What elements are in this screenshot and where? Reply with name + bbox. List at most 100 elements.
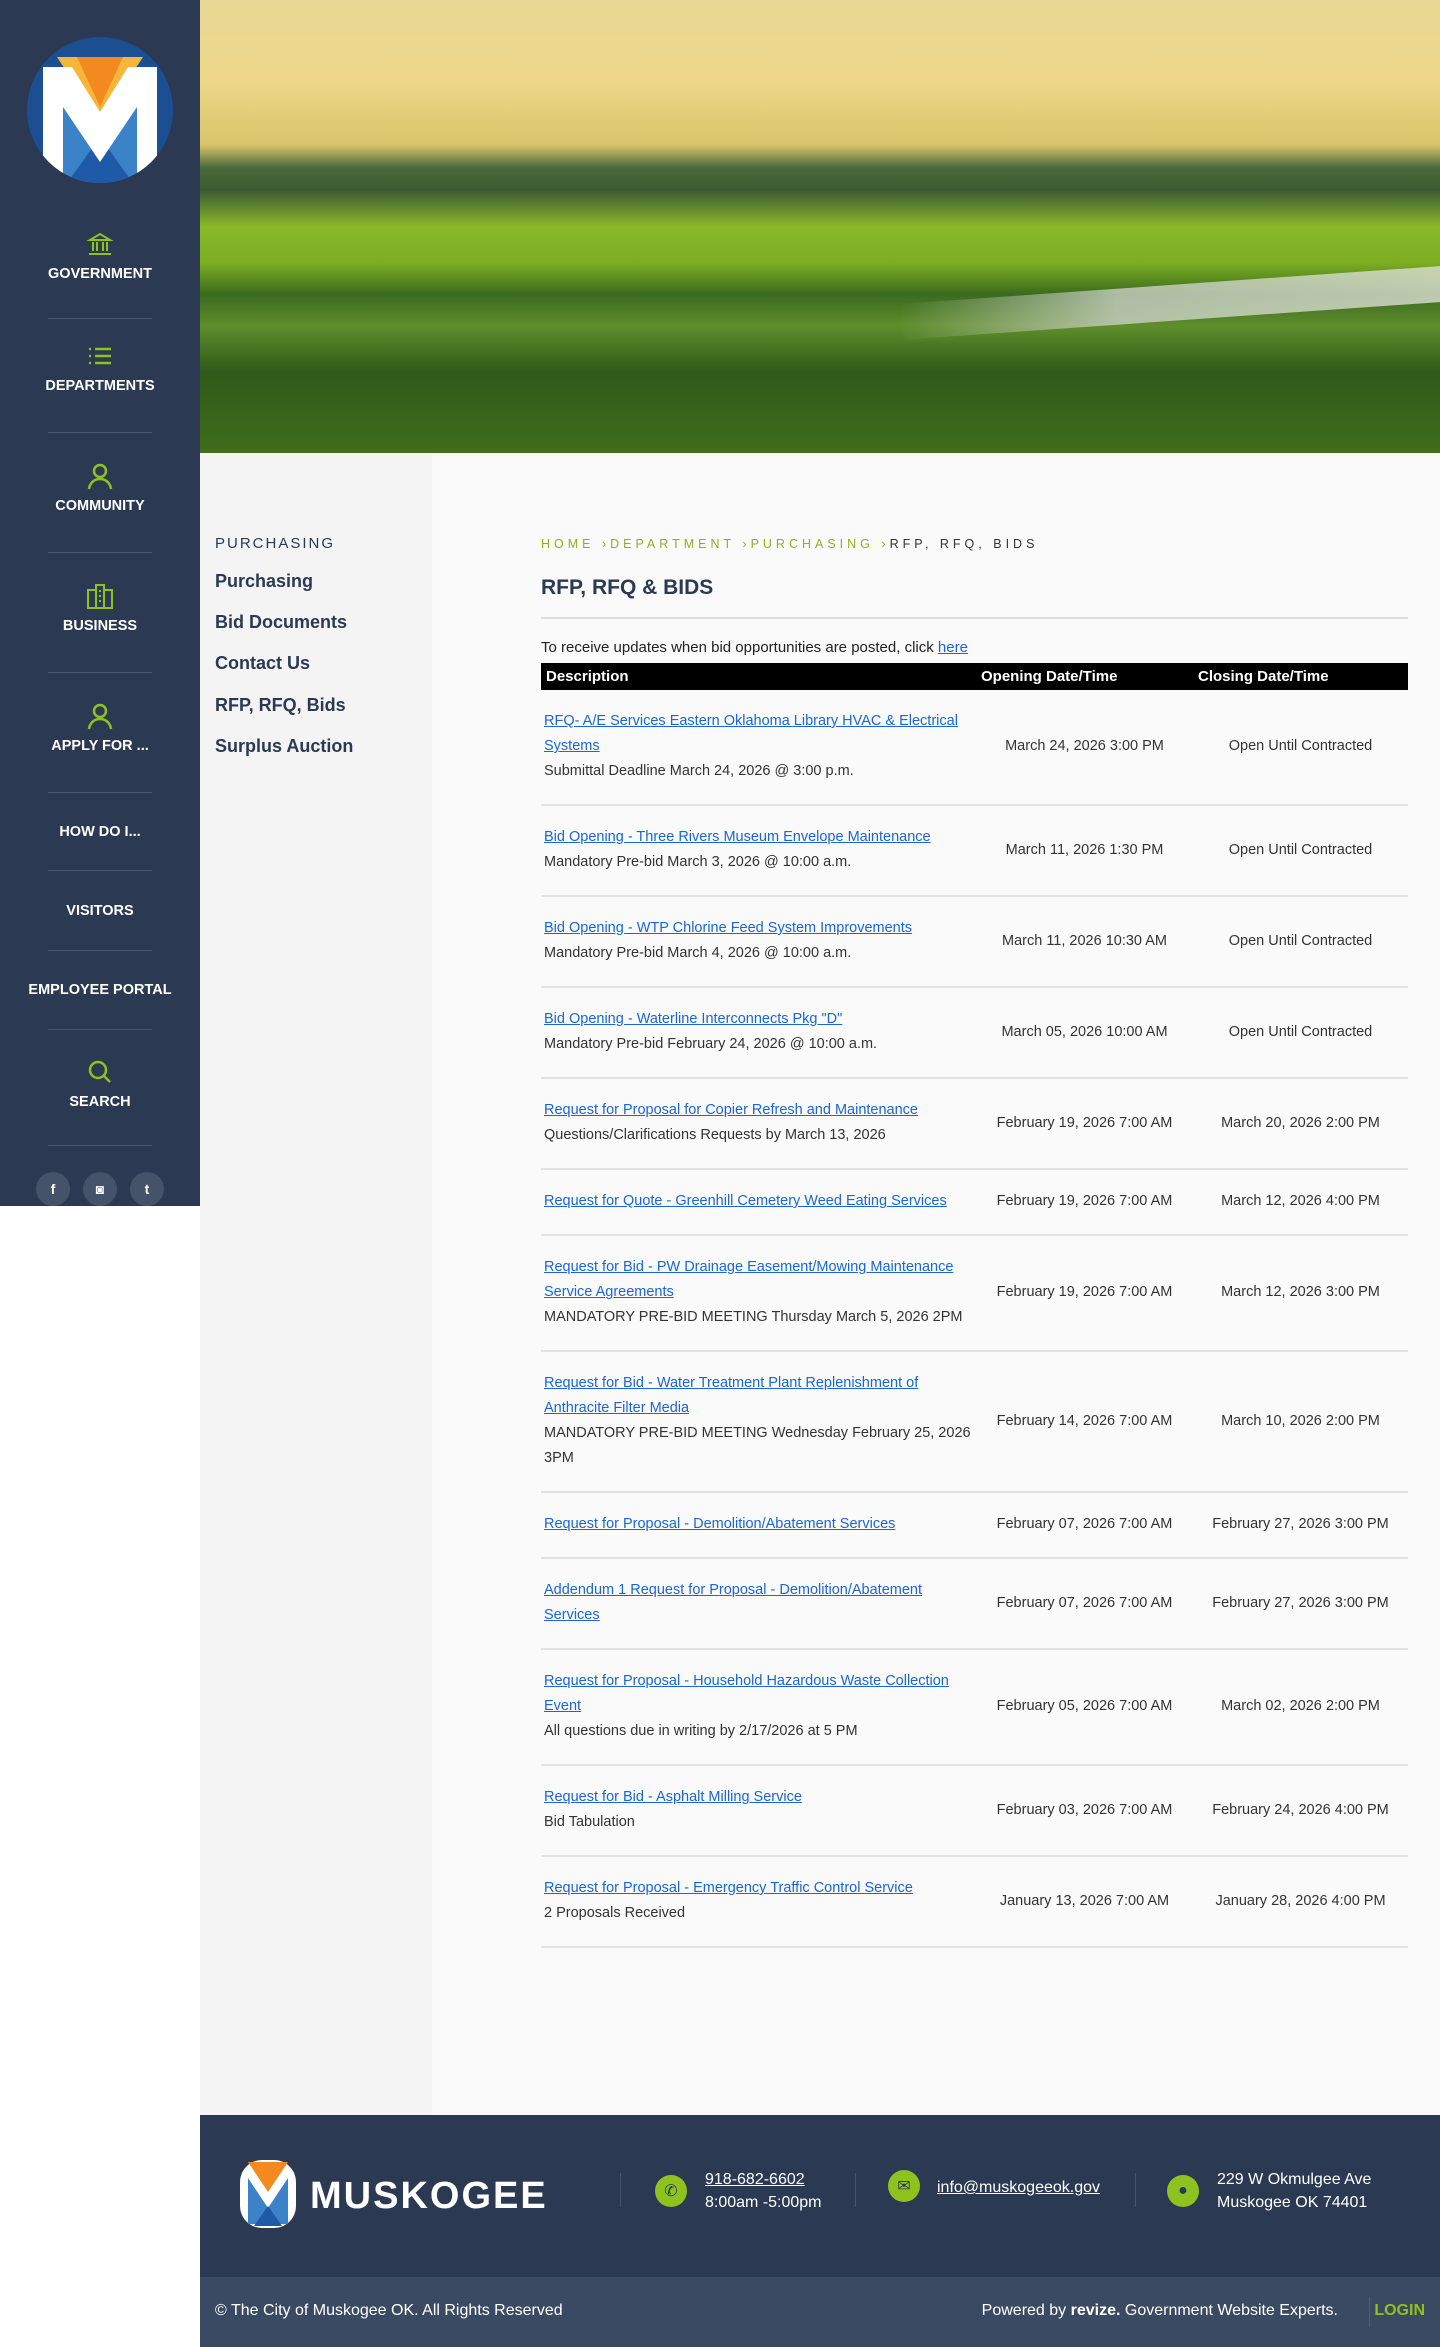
bid-link[interactable]: Request for Proposal - Emergency Traffic…	[544, 1880, 913, 1896]
facebook-icon[interactable]: f	[36, 1172, 70, 1206]
subnav-link-bid-documents[interactable]: Bid Documents	[215, 612, 347, 633]
bid-link[interactable]: Bid Opening - Waterline Interconnects Pk…	[544, 1011, 842, 1027]
instagram-icon[interactable]: ◙	[83, 1172, 117, 1206]
footer: MUSKOGEE ✆ 918-682-6602 8:00am -5:00pm ✉ …	[200, 2115, 1440, 2277]
page-title: RFP, RFQ & BIDS	[541, 576, 714, 599]
nav-divider	[48, 792, 152, 793]
bid-note: Questions/Clarifications Requests by Mar…	[544, 1127, 886, 1143]
nav-how-do-i[interactable]: HOW DO I...	[0, 824, 200, 840]
bid-link[interactable]: Bid Opening - WTP Chlorine Feed System I…	[544, 920, 912, 936]
breadcrumb: HOME ›DEPARTMENT ›PURCHASING ›RFP, RFQ, …	[541, 537, 1039, 551]
bid-note: Submittal Deadline March 24, 2026 @ 3:00…	[544, 763, 854, 779]
bid-note: Mandatory Pre-bid March 3, 2026 @ 10:00 …	[544, 854, 852, 870]
description-cell: Request for Bid - Water Treatment Plant …	[541, 1351, 976, 1493]
nav-divider	[48, 318, 152, 319]
breadcrumb-purchasing[interactable]: PURCHASING	[751, 537, 874, 551]
footer-brand: MUSKOGEE	[310, 2175, 548, 2217]
nav-search[interactable]: SEARCH	[0, 1058, 200, 1110]
bid-note: Bid Tabulation	[544, 1814, 635, 1830]
bid-link[interactable]: RFQ- A/E Services Eastern Oklahoma Libra…	[544, 713, 958, 754]
column-header-opening: Opening Date/Time	[976, 663, 1193, 690]
nav-departments[interactable]: DEPARTMENTS	[0, 342, 200, 394]
email-icon: ✉	[888, 2170, 920, 2202]
nav-employee-portal[interactable]: EMPLOYEE PORTAL	[0, 982, 200, 998]
bid-note: MANDATORY PRE-BID MEETING Wednesday Febr…	[544, 1425, 971, 1466]
building-icon	[86, 582, 114, 610]
closing-date: March 02, 2026 2:00 PM	[1193, 1649, 1408, 1766]
opening-date: March 24, 2026 3:00 PM	[976, 690, 1193, 806]
nav-label: APPLY FOR ...	[51, 738, 149, 754]
subnav-link-purchasing[interactable]: Purchasing	[215, 571, 313, 592]
bid-link[interactable]: Request for Bid - PW Drainage Easement/M…	[544, 1259, 953, 1300]
nav-apply-for[interactable]: APPLY FOR ...	[0, 702, 200, 754]
closing-date: March 12, 2026 3:00 PM	[1193, 1235, 1408, 1352]
opening-date: February 19, 2026 7:00 AM	[976, 1169, 1193, 1236]
table-row: Bid Opening - Waterline Interconnects Pk…	[541, 987, 1408, 1079]
closing-date: February 27, 2026 3:00 PM	[1193, 1492, 1408, 1559]
description-cell: Bid Opening - Three Rivers Museum Envelo…	[541, 805, 976, 897]
twitter-icon[interactable]: t	[130, 1172, 164, 1206]
column-header-closing: Closing Date/Time	[1193, 663, 1408, 690]
description-cell: RFQ- A/E Services Eastern Oklahoma Libra…	[541, 690, 976, 806]
closing-date: Open Until Contracted	[1193, 987, 1408, 1079]
bid-link[interactable]: Addendum 1 Request for Proposal - Demoli…	[544, 1582, 922, 1623]
bid-note: Mandatory Pre-bid March 4, 2026 @ 10:00 …	[544, 945, 852, 961]
location-pin-icon: ●	[1167, 2175, 1199, 2207]
table-row: Request for Bid - Asphalt Milling Servic…	[541, 1765, 1408, 1857]
bid-note: 2 Proposals Received	[544, 1905, 686, 1921]
opening-date: February 07, 2026 7:00 AM	[976, 1492, 1193, 1559]
nav-government[interactable]: GOVERNMENT	[0, 230, 200, 282]
nav-divider	[48, 672, 152, 673]
phone-link[interactable]: 918-682-6602	[705, 2171, 805, 2188]
description-cell: Request for Proposal - Demolition/Abatem…	[541, 1492, 976, 1559]
bid-link[interactable]: Request for Proposal - Demolition/Abatem…	[544, 1516, 895, 1532]
table-row: Request for Proposal - Household Hazardo…	[541, 1649, 1408, 1766]
nav-divider	[48, 950, 152, 951]
description-cell: Request for Proposal for Copier Refresh …	[541, 1078, 976, 1170]
city-logo[interactable]	[27, 37, 173, 183]
nav-divider	[48, 1029, 152, 1030]
subnav-link-surplus-auction[interactable]: Surplus Auction	[215, 736, 353, 757]
opening-date: February 05, 2026 7:00 AM	[976, 1649, 1193, 1766]
table-row: Request for Proposal - Demolition/Abatem…	[541, 1492, 1408, 1559]
bid-link[interactable]: Request for Bid - Water Treatment Plant …	[544, 1375, 918, 1416]
table-row: Addendum 1 Request for Proposal - Demoli…	[541, 1558, 1408, 1650]
bid-link[interactable]: Bid Opening - Three Rivers Museum Envelo…	[544, 829, 931, 845]
email-link[interactable]: info@muskogeeok.gov	[937, 2179, 1100, 2196]
nav-label: HOW DO I...	[59, 824, 141, 840]
subscribe-here-link[interactable]: here	[938, 639, 968, 656]
nav-divider	[48, 1145, 152, 1146]
bid-link[interactable]: Request for Proposal for Copier Refresh …	[544, 1102, 918, 1118]
breadcrumb-current: RFP, RFQ, BIDS	[889, 537, 1039, 551]
opening-date: February 19, 2026 7:00 AM	[976, 1235, 1193, 1352]
breadcrumb-home[interactable]: HOME	[541, 537, 595, 551]
person-icon	[86, 462, 114, 490]
bid-link[interactable]: Request for Bid - Asphalt Milling Servic…	[544, 1789, 802, 1805]
description-cell: Bid Opening - Waterline Interconnects Pk…	[541, 987, 976, 1079]
closing-date: March 12, 2026 4:00 PM	[1193, 1169, 1408, 1236]
divider	[541, 617, 1408, 619]
closing-date: February 27, 2026 3:00 PM	[1193, 1558, 1408, 1650]
login-link[interactable]: LOGIN	[1374, 2302, 1425, 2320]
breadcrumb-department[interactable]: DEPARTMENT	[610, 537, 735, 551]
footer-logo-icon	[238, 2158, 298, 2230]
subnav-link-rfp-rfq-bids[interactable]: RFP, RFQ, Bids	[215, 695, 346, 716]
nav-divider	[48, 870, 152, 871]
closing-date: February 24, 2026 4:00 PM	[1193, 1765, 1408, 1857]
bid-link[interactable]: Request for Quote - Greenhill Cemetery W…	[544, 1193, 947, 1209]
bid-link[interactable]: Request for Proposal - Household Hazardo…	[544, 1673, 949, 1714]
nav-label: SEARCH	[69, 1094, 131, 1110]
phone-icon: ✆	[655, 2175, 687, 2207]
bids-table: Description Opening Date/Time Closing Da…	[541, 663, 1408, 1948]
powered-by[interactable]: Powered by revize. Government Website Ex…	[982, 2302, 1338, 2320]
nav-visitors[interactable]: VISITORS	[0, 903, 200, 919]
subnav-link-contact-us[interactable]: Contact Us	[215, 653, 310, 674]
closing-date: January 28, 2026 4:00 PM	[1193, 1856, 1408, 1948]
bid-note: All questions due in writing by 2/17/202…	[544, 1723, 858, 1739]
nav-community[interactable]: COMMUNITY	[0, 462, 200, 514]
subnav-title: PURCHASING	[215, 535, 336, 552]
opening-date: February 19, 2026 7:00 AM	[976, 1078, 1193, 1170]
table-row: Request for Quote - Greenhill Cemetery W…	[541, 1169, 1408, 1236]
nav-label: BUSINESS	[62, 618, 138, 634]
nav-business[interactable]: BUSINESS	[0, 582, 200, 634]
